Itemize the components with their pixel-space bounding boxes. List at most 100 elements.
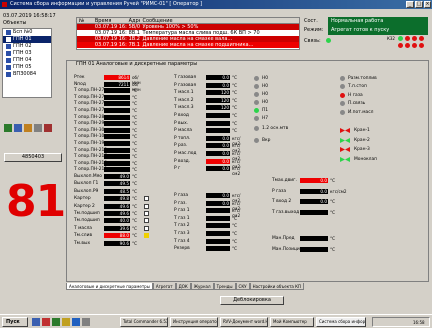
param-value bbox=[104, 134, 130, 140]
tab-sku[interactable]: СКУ bbox=[235, 283, 250, 290]
param-value: 0.0 bbox=[206, 166, 230, 172]
param-value: 0.0 bbox=[206, 193, 230, 198]
param-label: Т масл.3 bbox=[174, 105, 194, 111]
tree-item[interactable]: Бсп №0 bbox=[3, 29, 51, 36]
param-label: Т опор.ПН-27 bbox=[74, 101, 105, 107]
quicklaunch-icon[interactable] bbox=[82, 318, 90, 326]
unblock-button[interactable]: Деблокировка bbox=[220, 296, 284, 305]
window-title-bar[interactable]: Система сбора информации и управления Ру… bbox=[0, 0, 432, 9]
param-label: Т опор.ПН-219 bbox=[74, 167, 108, 173]
start-button[interactable]: Пуск bbox=[2, 317, 28, 327]
param-unit: °С bbox=[132, 233, 138, 239]
row-checkbox[interactable] bbox=[144, 218, 149, 224]
led bbox=[405, 43, 410, 48]
param-value bbox=[104, 121, 130, 127]
param-label: Т опор.ПН-213 bbox=[74, 147, 108, 153]
tab-trends[interactable]: Тренды bbox=[213, 283, 236, 290]
quicklaunch-icon[interactable] bbox=[52, 318, 60, 326]
tree-item[interactable]: ГПН 02 bbox=[3, 43, 51, 50]
valve-label: Кран-2 bbox=[354, 137, 370, 143]
param-unit: °С bbox=[132, 203, 138, 209]
param-value: 90.6 bbox=[104, 240, 130, 246]
param-value: 0.0 bbox=[206, 75, 230, 80]
valve-icon bbox=[340, 147, 350, 152]
param-unit: °С bbox=[132, 160, 138, 166]
param-label: Т газ 3 bbox=[174, 231, 190, 236]
tree-item[interactable]: ГПН 05 bbox=[3, 64, 51, 71]
tab-object-settings[interactable]: Настройки объекта КП bbox=[249, 283, 305, 290]
param-unit: °С bbox=[132, 121, 138, 127]
param-value bbox=[206, 120, 230, 126]
taskbar-item-active[interactable]: Система сбора инфор... bbox=[316, 317, 366, 327]
tree-item-selected[interactable]: ГПН 01 bbox=[3, 36, 51, 43]
taskbar-item[interactable]: Мой Компьютер bbox=[270, 317, 314, 327]
quicklaunch-icon[interactable] bbox=[72, 318, 80, 326]
param-label: Т масл.2 bbox=[174, 97, 194, 103]
tool-icon[interactable] bbox=[24, 124, 32, 132]
param-label: Тм.вых bbox=[74, 240, 91, 246]
address-button[interactable]: 4850403 bbox=[4, 153, 62, 162]
tool-icon[interactable] bbox=[44, 124, 52, 132]
indicator-led bbox=[340, 109, 345, 115]
param-label: Р мас.под bbox=[174, 151, 197, 156]
minimize-button[interactable]: _ bbox=[406, 1, 414, 8]
led bbox=[398, 43, 403, 48]
param-value: 49.5 bbox=[104, 181, 130, 187]
param-unit: °С bbox=[232, 113, 238, 118]
tab-analog-discrete[interactable]: Аналоговые и дискретные параметры bbox=[66, 283, 153, 290]
tree-item[interactable]: ГПН 03 bbox=[3, 50, 51, 57]
param-value bbox=[206, 238, 230, 244]
param-label: Р газ. bbox=[174, 200, 187, 206]
tool-icon[interactable] bbox=[4, 124, 12, 132]
quicklaunch-icon[interactable] bbox=[32, 318, 40, 326]
tool-icon[interactable] bbox=[14, 124, 22, 132]
mode-value: Агрегат готов к пуску bbox=[328, 26, 428, 35]
param-value: 0.0 bbox=[300, 199, 328, 204]
param-unit: °С bbox=[232, 128, 238, 134]
event-log-table[interactable]: № Время Адрес Сообщение 03.07.19 16:56:4… bbox=[76, 17, 300, 50]
param-unit: °С bbox=[232, 246, 238, 252]
unit-icon bbox=[6, 72, 11, 77]
tool-icon[interactable] bbox=[34, 124, 42, 132]
maximize-button[interactable]: □ bbox=[415, 1, 423, 8]
row-checkbox[interactable] bbox=[144, 225, 149, 231]
param-label: Р г bbox=[174, 166, 181, 172]
param-unit: °С bbox=[330, 178, 336, 183]
param-value bbox=[206, 223, 230, 229]
param-value bbox=[300, 247, 328, 252]
led bbox=[419, 43, 424, 48]
object-tree[interactable]: Бсп №0 ГПН 01 ГПН 02 ГПН 03 ГПН 04 ГПН 0… bbox=[2, 28, 52, 98]
row-checkbox[interactable] bbox=[144, 196, 149, 202]
param-value: 0.0 bbox=[206, 82, 230, 88]
param-value bbox=[104, 114, 130, 120]
valve-label: Кран-3 bbox=[354, 147, 370, 152]
param-label: Т газ 2 bbox=[174, 223, 190, 229]
indicator-led bbox=[340, 76, 345, 81]
row-checkbox[interactable] bbox=[144, 211, 149, 216]
param-label: Т опор.ПН-27 bbox=[74, 108, 105, 113]
close-button[interactable]: × bbox=[424, 1, 431, 8]
param-label: Ртек bbox=[74, 75, 85, 80]
taskbar-item[interactable]: RVV-Документ wоrd.HT... bbox=[220, 317, 268, 327]
param-value: 40.0 bbox=[104, 218, 130, 224]
tree-item[interactable]: ГПН 04 bbox=[3, 57, 51, 64]
tab-journal[interactable]: Журнал bbox=[190, 283, 214, 290]
quicklaunch-icon[interactable] bbox=[62, 318, 70, 326]
taskbar-item[interactable]: Total Commander 6.53 -... bbox=[120, 317, 168, 327]
tree-item[interactable]: ВПЗ0084 bbox=[3, 71, 51, 78]
param-value: 49.6 bbox=[104, 203, 130, 209]
param-label: Р вых. bbox=[174, 120, 189, 126]
valve-label: Моноклап bbox=[354, 156, 378, 162]
param-unit: °С bbox=[132, 218, 138, 224]
param-value: 7211 bbox=[104, 81, 130, 87]
quicklaunch-icon[interactable] bbox=[42, 318, 50, 326]
tab-unit[interactable]: Агрегат bbox=[152, 283, 176, 290]
tab-doc[interactable]: ДОК bbox=[175, 283, 191, 290]
row-checkbox[interactable] bbox=[144, 203, 149, 209]
taskbar-item[interactable]: Инструкция оператора... bbox=[170, 317, 218, 327]
param-label: Т газовая bbox=[174, 75, 197, 80]
left-toolbar bbox=[4, 124, 52, 132]
event-row[interactable]: 03.07.19 16:58:127В.17Давление масла на … bbox=[77, 42, 299, 48]
param-label: Р газовая bbox=[174, 82, 196, 88]
param-value bbox=[206, 246, 230, 252]
